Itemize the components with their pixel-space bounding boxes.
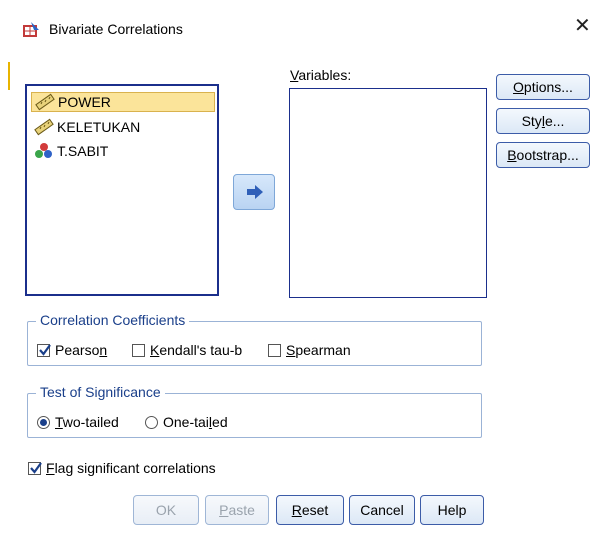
right-arrow-icon — [247, 185, 263, 199]
correlations-app-icon — [22, 20, 42, 40]
checkbox-checked-icon[interactable] — [37, 343, 51, 357]
ok-button[interactable]: OK — [133, 495, 199, 525]
nominal-balls-icon — [33, 142, 55, 160]
flag-significant-checkbox[interactable]: Flag significant correlations — [28, 460, 216, 476]
correlation-coefficients-group: Correlation Coefficients Pearson Kendall… — [27, 312, 482, 366]
kendall-label: Kendall's tau-b — [150, 342, 243, 358]
ruler-scale-icon — [33, 118, 55, 136]
list-item[interactable]: KELETUKAN — [31, 117, 215, 137]
close-icon[interactable]: ✕ — [574, 16, 591, 36]
checkbox-checked-icon[interactable] — [28, 461, 42, 475]
one-tailed-radio[interactable]: One-tailed — [145, 414, 228, 430]
move-variable-button[interactable] — [233, 174, 275, 210]
ruler-scale-icon — [34, 93, 56, 111]
variables-list[interactable] — [289, 88, 487, 298]
window-title: Bivariate Correlations — [49, 21, 183, 37]
title-bar: Bivariate Correlations ✕ — [0, 0, 594, 58]
one-tailed-label: One-tailed — [163, 414, 228, 430]
variable-label: KELETUKAN — [57, 119, 141, 135]
radio-selected-icon[interactable] — [37, 415, 50, 429]
variables-label: Variables: — [290, 67, 352, 83]
spearman-label: Spearman — [286, 342, 351, 358]
group-title: Correlation Coefficients — [36, 312, 190, 328]
variable-label: POWER — [58, 94, 111, 110]
style-button[interactable]: Style... — [496, 108, 590, 134]
kendall-checkbox[interactable]: Kendall's tau-b — [132, 342, 242, 358]
help-button[interactable]: Help — [420, 495, 484, 525]
variable-label: T.SABIT — [57, 143, 109, 159]
radio-icon[interactable] — [145, 415, 158, 429]
paste-button[interactable]: Paste — [205, 495, 269, 525]
checkbox-icon[interactable] — [132, 343, 145, 357]
two-tailed-label: Two-tailed — [55, 414, 119, 430]
reset-button[interactable]: Reset — [276, 495, 344, 525]
checkbox-icon[interactable] — [268, 343, 281, 357]
pearson-checkbox[interactable]: Pearson — [37, 342, 107, 358]
test-of-significance-group: Test of Significance Two-tailed One-tail… — [27, 384, 482, 438]
group-title: Test of Significance — [36, 384, 165, 400]
options-button[interactable]: Options... — [496, 74, 590, 100]
cancel-button[interactable]: Cancel — [349, 495, 415, 525]
spearman-checkbox[interactable]: Spearman — [268, 342, 351, 358]
bootstrap-button[interactable]: Bootstrap... — [496, 142, 590, 168]
source-variable-list[interactable]: POWER KELETUKAN T.SABIT — [25, 84, 219, 296]
pearson-label: Pearson — [55, 342, 108, 358]
flag-significant-label: Flag significant correlations — [46, 460, 216, 476]
list-item[interactable]: T.SABIT — [31, 141, 215, 161]
two-tailed-radio[interactable]: Two-tailed — [37, 414, 119, 430]
list-item[interactable]: POWER — [31, 92, 215, 112]
window-edge-marker — [8, 62, 10, 90]
